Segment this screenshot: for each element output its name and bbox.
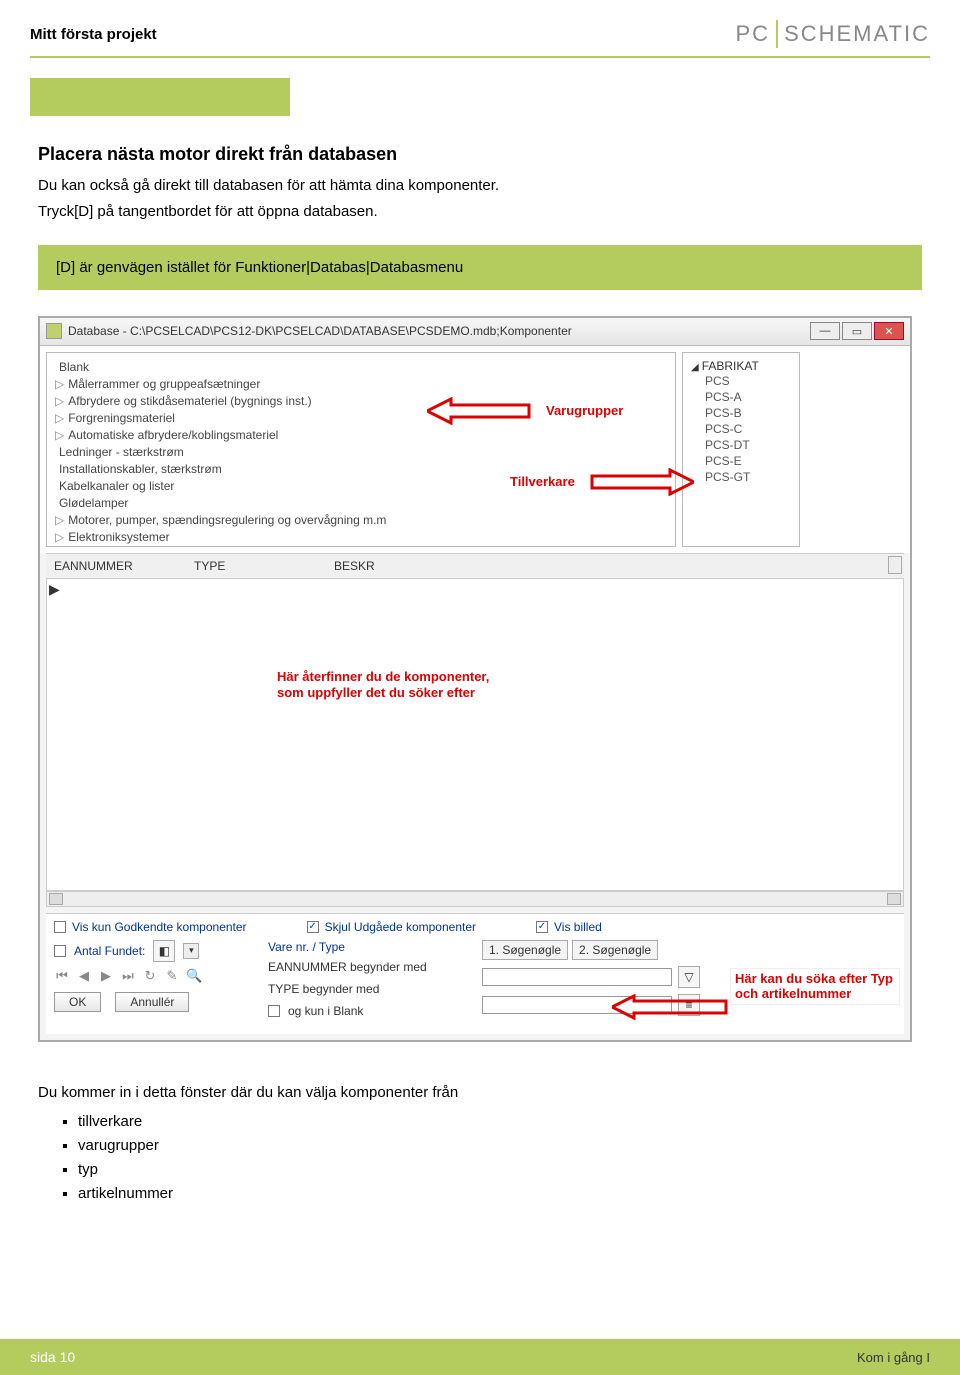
tree-item[interactable]: PCS-GT [705,469,791,485]
window-titlebar: Database - C:\PCSELCAD\PCS12-DK\PCSELCAD… [40,318,910,346]
checkbox-skjul-udgaede[interactable]: ✓ [307,921,319,933]
annotation-results: Här återfinner du de komponenter, som up… [277,669,489,703]
section-line1: Du kan också gå direkt till databasen fö… [38,175,922,197]
tree-item[interactable]: PCS-DT [705,437,791,453]
doc-title: Mitt första projekt [30,26,157,43]
find-icon[interactable]: 🔍 [186,968,202,984]
tab-sogenogle-1[interactable]: 1. Søgenøgle [482,940,568,960]
tree-item[interactable]: Blank [55,359,667,376]
window-title: Database - C:\PCSELCAD\PCS12-DK\PCSELCAD… [68,324,804,338]
logo-schematic: SCHEMATIC [784,21,930,47]
maximize-button[interactable]: ▭ [842,322,872,340]
after-intro: Du kommer in i detta fönster där du kan … [38,1082,922,1105]
arrow-left-icon [427,397,535,425]
checkbox-vis-godkendte[interactable] [54,921,66,933]
page-header: Mitt första projekt PC SCHEMATIC [0,0,960,56]
dropdown-arrow-icon[interactable]: ▾ [183,943,199,959]
bullet-list: tillverkare varugrupper typ artikelnumme… [78,1110,922,1206]
scroll-thumb[interactable] [49,893,63,905]
label-type-begynder: TYPE begynder med [268,982,468,996]
section-line2: Tryck[D] på tangentbordet för att öppna … [38,201,922,223]
shortcut-tip: [D] är genvägen istället för Funktioner|… [38,245,922,290]
column-header-eannummer[interactable]: EANNUMMER [54,559,154,573]
list-item: tillverkare [78,1110,922,1134]
search-controls: Vis kun Godkendte komponenter ✓ Skjul Ud… [46,913,904,1034]
section-heading: Placera nästa motor direkt från database… [38,144,922,165]
tree-item[interactable]: ▷Automatiske afbrydere/koblingsmateriel [55,427,667,444]
annotation-label: Tillverkare [507,473,578,490]
tab-sogenogle-2[interactable]: 2. Søgenøgle [572,940,658,960]
list-item: artikelnummer [78,1182,922,1206]
tree-item[interactable]: ▷Motorer, pumper, spændingsregulering og… [55,512,667,529]
logo-pc: PC [736,21,771,47]
product-groups-tree[interactable]: Blank ▷Målerrammer og gruppeafsætninger … [46,352,676,547]
next-icon[interactable]: ▶ [98,968,114,984]
cancel-button[interactable]: Annullér [115,992,189,1012]
scroll-up-button[interactable] [888,556,902,574]
page-footer: sida 10 Kom i gång I [0,1339,960,1375]
label-antal-fundet: Antal Fundet: [74,944,145,958]
tree-item[interactable]: ▷Elektroniksystemer [55,529,667,546]
list-item: varugrupper [78,1134,922,1158]
tree-item[interactable]: PCS [705,373,791,389]
app-icon [46,323,62,339]
results-grid-header: EANNUMMER TYPE BESKR [46,553,904,579]
label-vare-type: Vare nr. / Type [268,940,345,954]
label-skjul-udgaede: Skjul Udgåede komponenter [325,920,476,934]
arrow-left-icon [612,994,732,1020]
results-grid[interactable]: ▶ Här återfinner du de komponenter, som … [46,579,904,891]
edit-icon[interactable]: ✎ [164,968,180,984]
tree-item[interactable]: PCS-E [705,453,791,469]
tree-item[interactable]: ▷Målerrammer og gruppeafsætninger [55,376,667,393]
row-pointer-icon: ▶ [49,581,60,598]
tree-item[interactable]: Ledninger - stærkstrøm [55,444,667,461]
label-og-kun-blank: og kun i Blank [288,1004,363,1018]
label-ean-begynder: EANNUMMER begynder med [268,960,468,974]
manufacturer-tree[interactable]: ◢FABRIKAT PCS PCS-A PCS-B PCS-C PCS-DT P… [682,352,800,547]
filter-icon[interactable]: ▽ [678,966,700,988]
minimize-button[interactable]: — [810,322,840,340]
database-window: Database - C:\PCSELCAD\PCS12-DK\PCSELCAD… [38,316,912,1042]
column-header-type[interactable]: TYPE [194,559,294,573]
ean-search-input[interactable] [482,968,672,986]
label-vis-billed: Vis billed [554,920,602,934]
scroll-right-button[interactable] [887,893,901,905]
column-header-beskr[interactable]: BESKR [334,559,375,573]
thumbnail-icon[interactable]: ◧ [153,940,175,962]
nav-icons: ⏮ ◀ ▶ ⏭ ↻ ✎ 🔍 [54,968,254,984]
list-item: typ [78,1158,922,1182]
annotation-tillverkare: Tillverkare [507,468,694,496]
checkbox-og-kun-blank[interactable] [268,1005,280,1017]
annotation-search: Här kan du söka efter Typ och artikelnum… [730,968,900,1005]
close-button[interactable]: ✕ [874,322,904,340]
tree-item[interactable]: PCS-B [705,405,791,421]
section-accent-bar [30,78,290,116]
first-icon[interactable]: ⏮ [54,968,70,984]
annotation-label: Varugrupper [543,402,626,419]
brand-logo: PC SCHEMATIC [736,20,931,48]
label-vis-godkendte: Vis kun Godkendte komponenter [72,920,247,934]
tree-item[interactable]: Glødelamper [55,495,667,512]
annotation-varugrupper: Varugrupper [427,397,626,425]
page-number: sida 10 [30,1349,75,1365]
ok-button[interactable]: OK [54,992,101,1012]
arrow-right-icon [586,468,694,496]
refresh-icon[interactable]: ↻ [142,968,158,984]
checkbox-antal-fundet[interactable] [54,945,66,957]
tree-root-fabrikat[interactable]: ◢FABRIKAT [691,359,791,373]
checkbox-vis-billed[interactable]: ✓ [536,921,548,933]
annotation-search-arrow [612,994,732,1023]
tree-item[interactable]: PCS-A [705,389,791,405]
last-icon[interactable]: ⏭ [120,968,136,984]
horizontal-scrollbar[interactable] [46,891,904,907]
tree-item[interactable]: PCS-C [705,421,791,437]
prev-icon[interactable]: ◀ [76,968,92,984]
footer-series: Kom i gång I [857,1350,930,1365]
logo-separator [776,20,778,48]
